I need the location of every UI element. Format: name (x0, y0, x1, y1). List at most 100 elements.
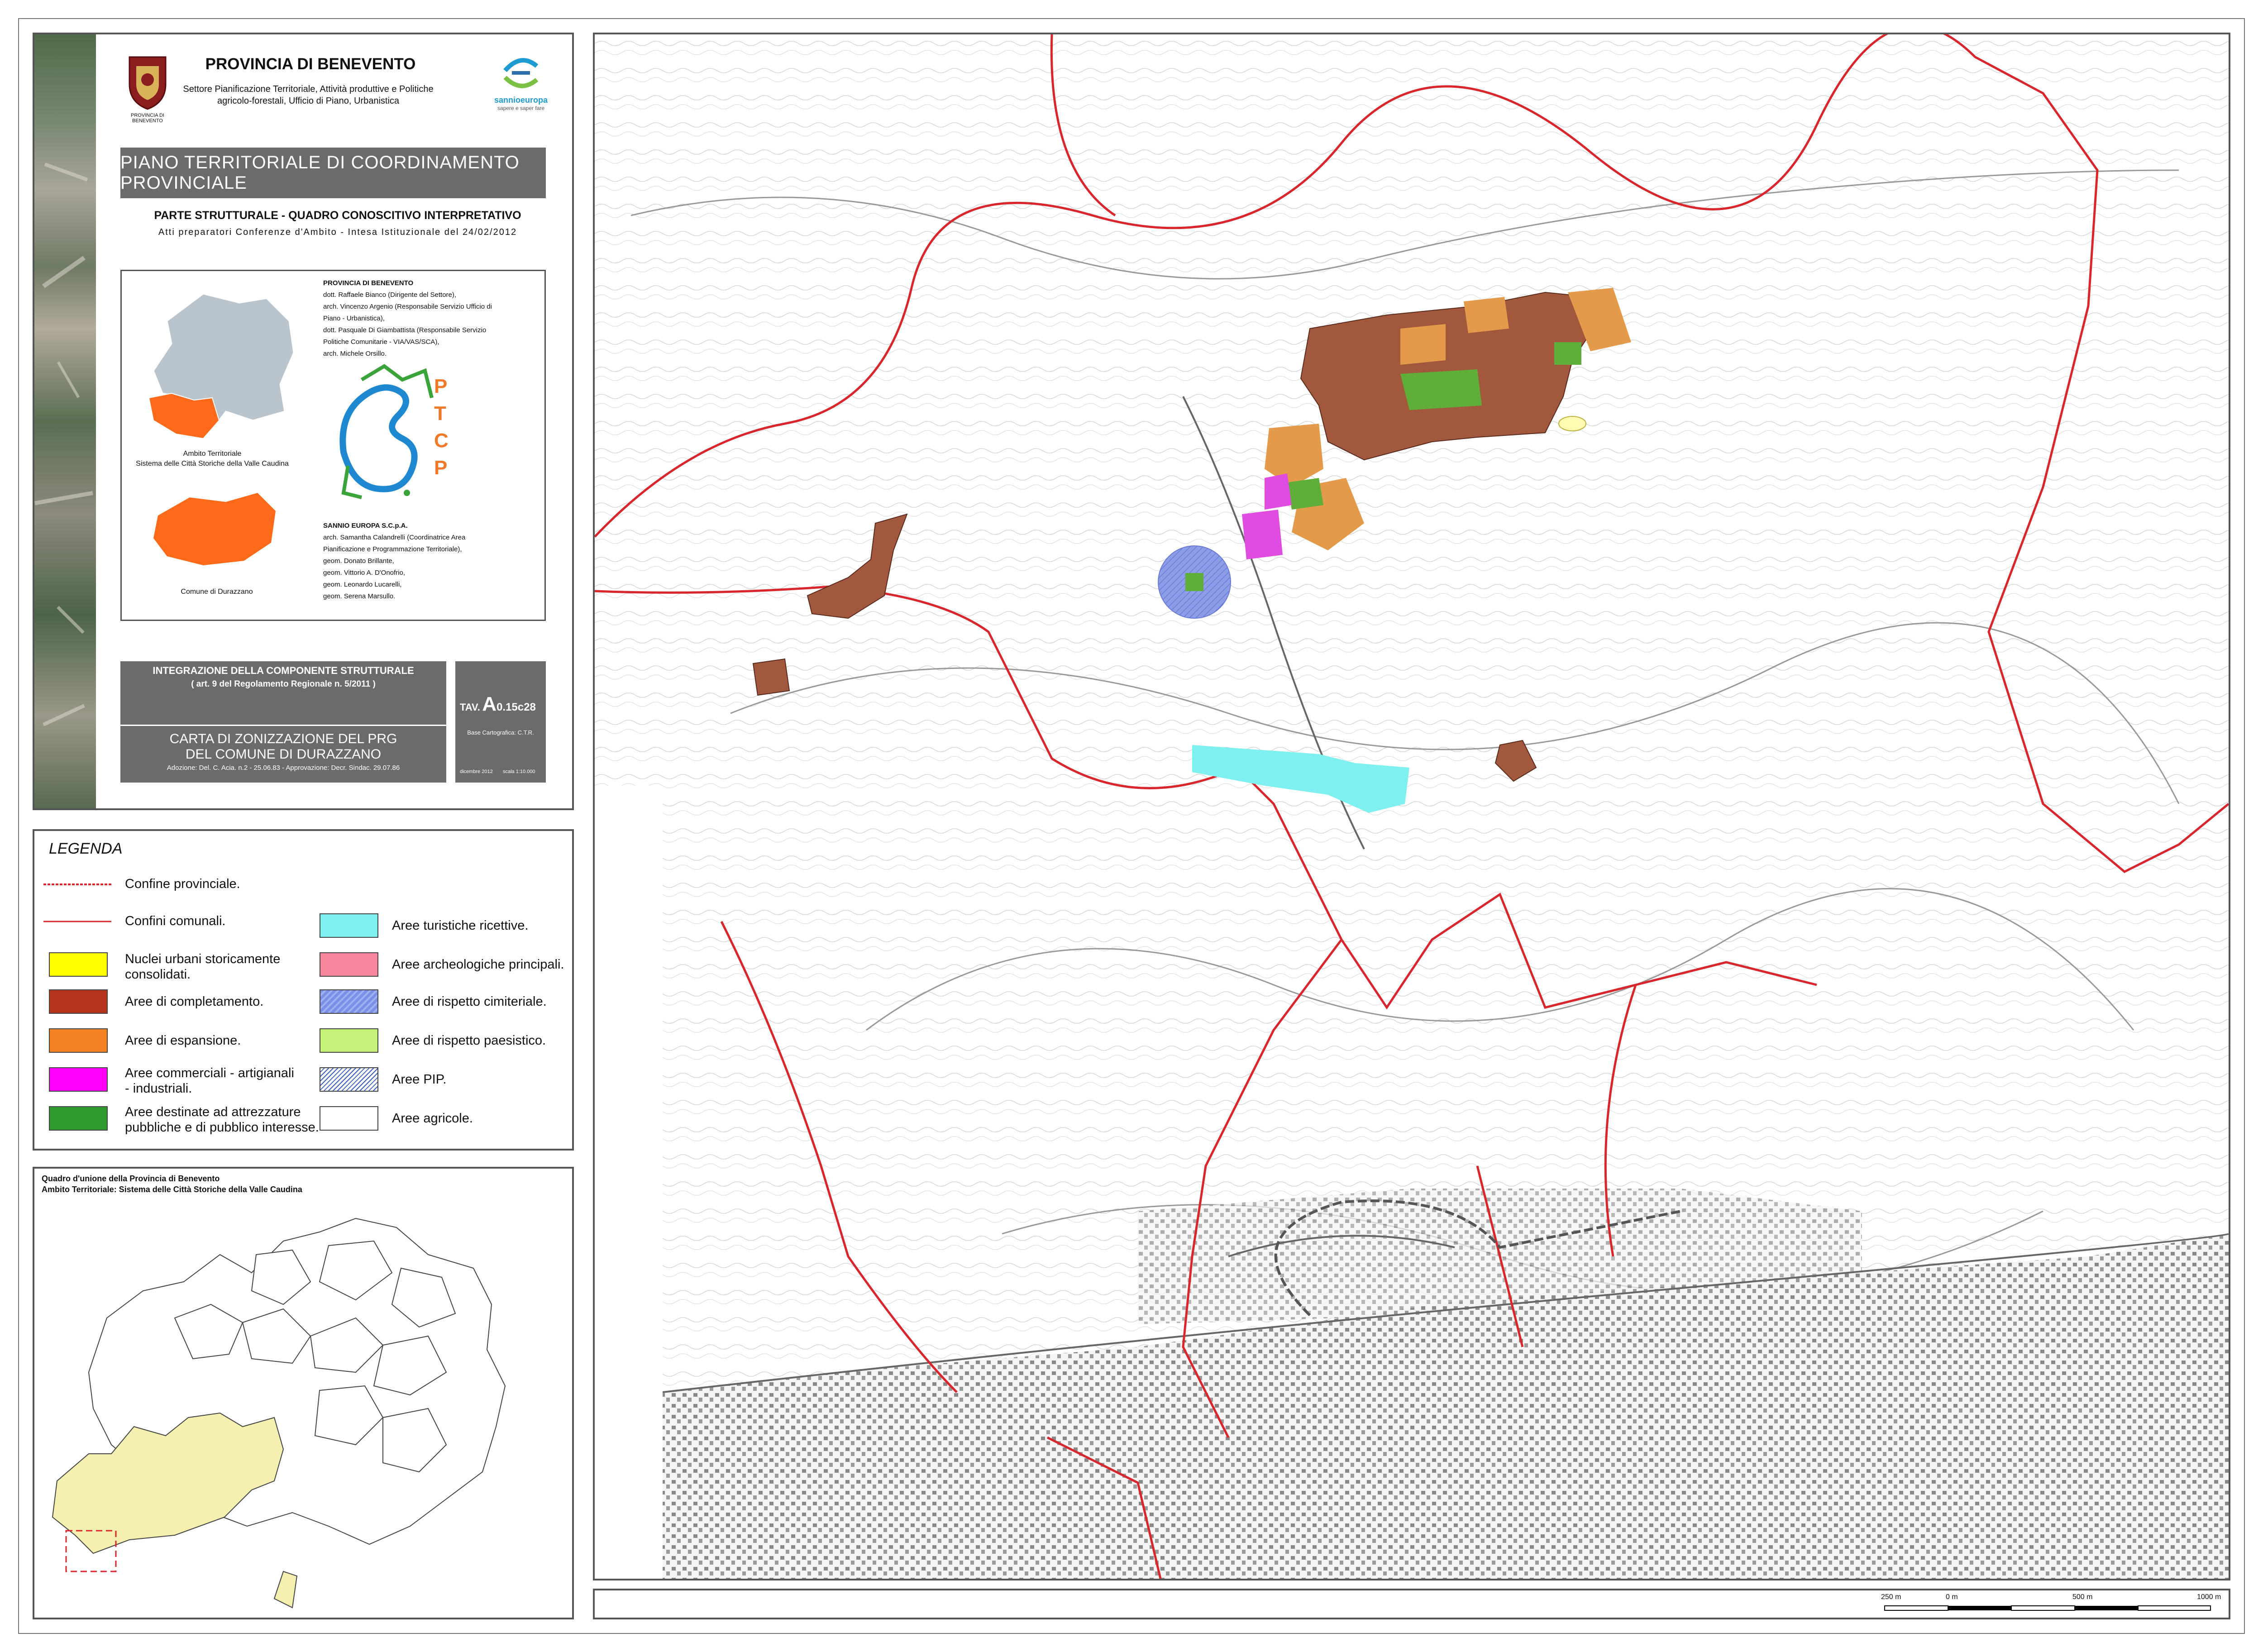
cimitero-attrezzatura[interactable] (1185, 573, 1203, 591)
legend-label: Aree di rispetto cimiteriale. (392, 994, 547, 1009)
legend-label: Confine provinciale. (125, 877, 240, 891)
credit-provincia-line: dott. Pasquale Di Giambattista (Responsa… (323, 326, 487, 334)
credit-sannio-line: Pianificazione e Programmazione Territor… (323, 545, 462, 553)
scale-label-250: 250 m (1881, 1593, 1901, 1601)
main-map[interactable] (593, 25, 2230, 1580)
title-block: PROVINCIA DI BENEVENTO PROVINCIA DI BENE… (33, 33, 574, 810)
sannio-tagline: sapere e saper fare (497, 105, 545, 111)
sannio-europa-logo: sannioeuropa sapere e saper fare (487, 53, 555, 125)
credit-provincia-line: dott. Raffaele Bianco (Dirigente del Set… (323, 291, 457, 299)
credit-sannio-line: geom. Donato Brillante, (323, 557, 394, 565)
aree-espansione-2[interactable] (1464, 297, 1509, 333)
integration-subtitle: ( art. 9 del Regolamento Regionale n. 5/… (191, 679, 376, 689)
legend-panel: LEGENDA Confine provinciale. Confini com… (33, 829, 574, 1151)
legend-label: Confini comunali. (125, 914, 226, 928)
credit-sannio-line: arch. Samantha Calandrelli (Coordinatric… (323, 534, 466, 541)
comune-caption: Comune di Durazzano (181, 588, 253, 596)
credit-provincia-line: Politiche Comunitarie - VIA/VAS/SCA), (323, 338, 439, 346)
legend-label: Aree di espansione. (125, 1033, 241, 1048)
org-name: PROVINCIA DI BENEVENTO (205, 55, 416, 73)
legend-label: - industriali. (125, 1081, 192, 1096)
provincia-silhouette (148, 293, 295, 439)
ambito-caption-1: Ambito Territoriale (183, 450, 242, 458)
carta-title-2: DEL COMUNE DI DURAZZANO (185, 747, 382, 762)
aree-attrezzature-3[interactable] (1287, 478, 1323, 510)
plan-title: PIANO TERRITORIALE DI COORDINAMENTO PROV… (120, 153, 520, 193)
ptcp-letter-p2: P (434, 457, 448, 479)
overview-title-2: Ambito Territoriale: Sistema delle Città… (42, 1185, 302, 1194)
tav-code: TAV. A0.15c28 (460, 693, 536, 716)
swatch-pip (320, 1067, 378, 1092)
satellite-image-strip (34, 34, 96, 808)
credit-provincia-line: Piano - Urbanistica), (323, 315, 385, 322)
credits-provincia: PROVINCIA DI BENEVENTO dott. Raffaele Bi… (323, 277, 492, 360)
scale-label-1000: 1000 m (2197, 1593, 2221, 1601)
section-subtitle: Atti preparatori Conferenze d'Ambito - I… (158, 227, 517, 237)
credit-provincia-line: arch. Michele Orsillo. (323, 350, 387, 358)
sector-line-2: agricolo-forestali, Ufficio di Piano, Ur… (217, 96, 400, 106)
swatch-completamento (49, 989, 108, 1014)
legend-label: Aree di completamento. (125, 994, 264, 1009)
credit-sannio-head: SANNIO EUROPA S.C.p.A. (323, 522, 408, 530)
inset-box: Ambito Territoriale Sistema delle Città … (120, 270, 546, 621)
legend-label: Aree agricole. (392, 1111, 473, 1126)
aree-espansione-1[interactable] (1400, 324, 1446, 365)
legend-label: Nuclei urbani storicamente (125, 952, 281, 966)
legend-label: consolidati. (125, 967, 191, 982)
credits-sannio: SANNIO EUROPA S.C.p.A. arch. Samantha Ca… (323, 520, 465, 602)
sannio-brand: sannioeuropa (494, 95, 548, 105)
legend-label: Aree PIP. (392, 1072, 447, 1087)
aree-commerciali-2[interactable] (1242, 510, 1283, 559)
carta-adoption: Adozione: Del. C. Acia. n.2 - 25.06.83 -… (167, 764, 400, 772)
scale-bar (1884, 1605, 2211, 1611)
aree-commerciali-1[interactable] (1265, 473, 1292, 510)
credit-sannio-line: geom. Vittorio A. D'Onofrio, (323, 569, 406, 577)
aree-completamento-sudovest[interactable] (752, 658, 790, 696)
legend-label: Aree commerciali - artigianali (125, 1066, 294, 1080)
blank-area (595, 786, 663, 1579)
swatch-turistiche (320, 913, 378, 938)
aree-attrezzature-1[interactable] (1400, 369, 1482, 410)
credit-sannio-line: geom. Leonardo Lucarelli, (323, 581, 402, 588)
swatch-espansione (49, 1028, 108, 1053)
integration-band: INTEGRAZIONE DELLA COMPONENTE STRUTTURAL… (120, 661, 446, 725)
credit-sannio-line: geom. Serena Marsullo. (323, 592, 396, 600)
credit-provincia-head: PROVINCIA DI BENEVENTO (323, 279, 414, 287)
swatch-agricole (320, 1106, 378, 1131)
scale-label-0: 0 m (1946, 1593, 1958, 1601)
swatch-attrezzature (49, 1106, 108, 1131)
swatch-paesistico (320, 1028, 378, 1053)
ptcp-letter-t: T (434, 402, 446, 425)
carta-band: CARTA DI ZONIZZAZIONE DEL PRG DEL COMUNE… (120, 726, 446, 783)
scale-bar-panel: 250 m 0 m 500 m 1000 m (593, 1589, 2230, 1619)
swatch-commerciali (49, 1067, 108, 1092)
ambito-caption-2: Sistema delle Città Storiche della Valle… (136, 460, 289, 468)
comune-silhouette (153, 493, 276, 565)
carta-title-1: CARTA DI ZONIZZAZIONE DEL PRG (169, 731, 397, 746)
swatch-cimiteriale (320, 989, 378, 1014)
tav-date: dicembre 2012 (460, 769, 493, 774)
scale-label-500: 500 m (2072, 1593, 2093, 1601)
credit-provincia-line: arch. Vincenzo Argenio (Responsabile Ser… (323, 303, 492, 310)
legend-label: Aree archeologiche principali. (392, 957, 564, 972)
overview-panel: Quadro d'unione della Provincia di Benev… (33, 1167, 574, 1619)
topographic-map[interactable] (594, 25, 2230, 1579)
sector-line-1: Settore Pianificazione Territoriale, Att… (183, 84, 434, 94)
aree-attrezzature-2[interactable] (1554, 342, 1581, 365)
section-title: PARTE STRUTTURALE - QUADRO CONOSCITIVO I… (154, 209, 521, 222)
tav-scale: scala 1:10.000 (503, 769, 535, 774)
plan-title-band: PIANO TERRITORIALE DI COORDINAMENTO PROV… (120, 148, 546, 198)
province-overview-map (52, 1218, 506, 1609)
legend-label: Aree di rispetto paesistico. (392, 1033, 546, 1048)
legend-label: Aree destinate ad attrezzature (125, 1105, 301, 1119)
legend-title: LEGENDA (49, 840, 123, 857)
integration-title: INTEGRAZIONE DELLA COMPONENTE STRUTTURAL… (153, 665, 414, 676)
confini-comunali-symbol (43, 921, 111, 922)
confine-provinciale-symbol (43, 883, 111, 885)
tav-band: TAV. A0.15c28 Base Cartografica: C.T.R. … (455, 661, 546, 783)
swatch-archeologiche (320, 952, 378, 977)
nucleo-storico[interactable] (1558, 416, 1586, 431)
ptcp-letter-c: C (434, 430, 449, 452)
overview-title-1: Quadro d'unione della Provincia di Benev… (42, 1174, 220, 1183)
legend-label: Aree turistiche ricettive. (392, 918, 529, 933)
